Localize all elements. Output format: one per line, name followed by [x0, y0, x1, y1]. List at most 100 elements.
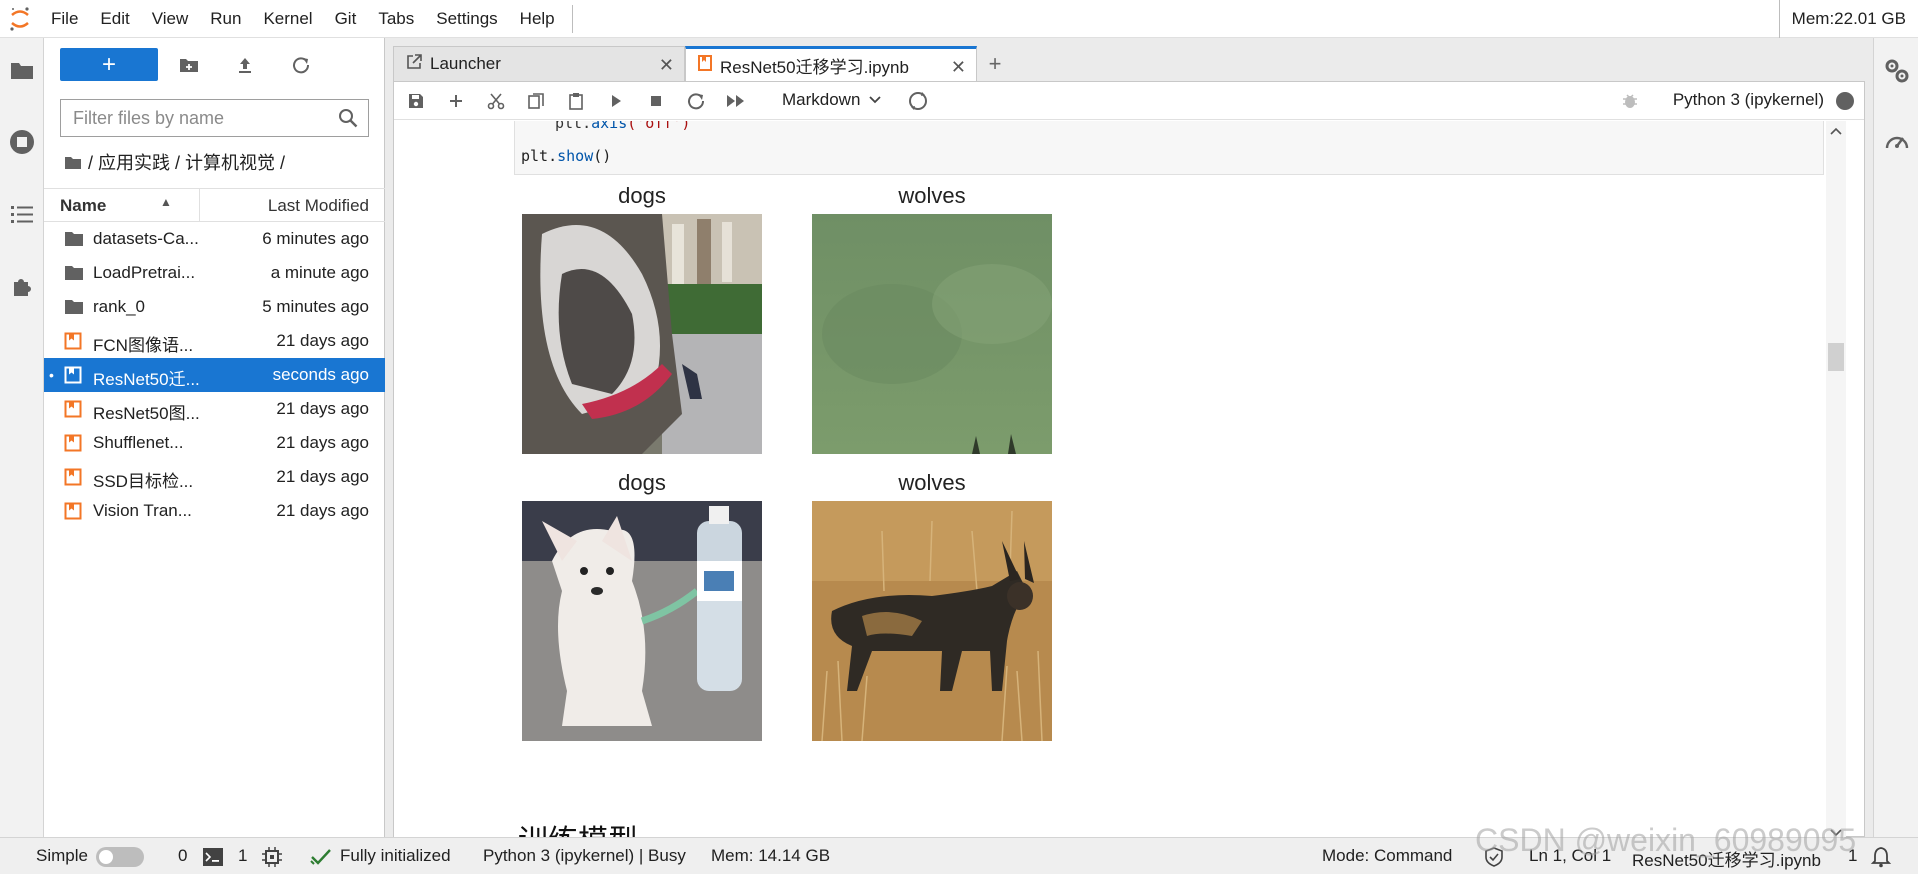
close-icon[interactable]: ✕ [951, 57, 966, 78]
file-row[interactable]: Vision Tran... 21 days ago [44, 494, 385, 528]
notebook-icon [64, 468, 84, 486]
code-token: plt. [555, 121, 592, 132]
folder-icon[interactable] [64, 155, 82, 170]
breadcrumb[interactable]: / 应用实践 / 计算机视觉 / [64, 148, 285, 176]
menu-help[interactable]: Help [509, 0, 566, 38]
insert-cell-icon[interactable] [444, 90, 468, 112]
cut-icon[interactable] [484, 90, 508, 112]
notebook-toolbar: Markdown Python 3 (ipykernel) [394, 82, 1864, 120]
save-icon[interactable] [404, 90, 428, 112]
tab-launcher[interactable]: Launcher ✕ [393, 46, 685, 82]
folder-icon [64, 230, 84, 248]
close-icon[interactable]: ✕ [659, 55, 674, 76]
menu-settings[interactable]: Settings [425, 0, 508, 38]
tab-bar: Launcher ✕ ResNet50迁移学习.ipynb ✕ + [393, 46, 1013, 82]
notebook-icon [64, 502, 84, 520]
notebook-icon [64, 332, 84, 350]
run-all-icon[interactable] [724, 90, 748, 112]
tab-label: Launcher [430, 54, 501, 73]
notebook-icon [64, 400, 84, 418]
wolf-image-1 [812, 214, 1052, 454]
main-area: Launcher ✕ ResNet50迁移学习.ipynb ✕ + Markdo… [385, 38, 1873, 837]
bug-icon[interactable] [1622, 92, 1638, 115]
filter-files-input[interactable] [73, 107, 333, 129]
vertical-scrollbar[interactable] [1826, 121, 1846, 837]
folder-icon [64, 298, 84, 316]
menu-view[interactable]: View [141, 0, 200, 38]
file-row[interactable]: • ResNet50迁... seconds ago [44, 358, 385, 392]
breadcrumb-path[interactable]: / 应用实践 / 计算机视觉 / [88, 149, 285, 175]
notebook-icon [64, 434, 84, 452]
file-row[interactable]: rank_0 5 minutes ago [44, 290, 385, 324]
running-kernels-icon[interactable] [6, 126, 38, 158]
code-token: plt. [521, 147, 558, 165]
file-modified: 21 days ago [276, 399, 369, 418]
column-header-name[interactable]: Name [60, 196, 106, 216]
dog-image-1 [522, 214, 762, 454]
kernel-name-button[interactable]: Python 3 (ipykernel) [1673, 90, 1824, 110]
table-of-contents-icon[interactable] [6, 198, 38, 230]
kernel-count[interactable]: 1 [238, 846, 247, 866]
copy-icon[interactable] [524, 90, 548, 112]
menu-file[interactable]: File [40, 0, 89, 38]
code-cell[interactable]: plt.axis('off') plt.show() [514, 121, 1824, 175]
scroll-up-icon[interactable] [1829, 123, 1843, 141]
menu-git[interactable]: Git [324, 0, 368, 38]
cell-type-dropdown[interactable]: Markdown [782, 90, 882, 110]
interrupt-kernel-icon[interactable] [644, 90, 668, 112]
kernel-chip-icon[interactable] [262, 847, 282, 872]
code-line: plt.show() [521, 147, 611, 165]
file-modified: 5 minutes ago [262, 297, 369, 316]
memory-usage: Mem: 14.14 GB [711, 846, 831, 865]
property-inspector-gears-icon[interactable] [1884, 58, 1910, 89]
new-folder-icon[interactable] [174, 50, 204, 80]
simple-mode-toggle[interactable] [96, 847, 144, 867]
terminal-icon[interactable] [203, 848, 223, 871]
tab-resnet50-notebook[interactable]: ResNet50迁移学习.ipynb ✕ [685, 46, 977, 82]
file-modified: 21 days ago [276, 467, 369, 486]
file-browser-panel: + / 应用实践 / 计算机视觉 / Name ▲ Last Modified … [44, 38, 385, 837]
menu-edit[interactable]: Edit [89, 0, 140, 38]
image-title: dogs [618, 470, 666, 495]
bell-icon[interactable] [1870, 846, 1892, 873]
file-name: rank_0 [93, 297, 145, 316]
new-launcher-button[interactable]: + [60, 48, 158, 81]
file-row[interactable]: LoadPretrai... a minute ago [44, 256, 385, 290]
kernel-busy-indicator-icon [1836, 92, 1854, 110]
debugger-gauge-icon[interactable] [1884, 130, 1910, 157]
folder-icon[interactable] [6, 54, 38, 86]
file-name: Vision Tran... [93, 501, 192, 520]
kernel-status-text[interactable]: Python 3 (ipykernel) | Busy [483, 846, 686, 866]
file-row[interactable]: ResNet50图... 21 days ago [44, 392, 385, 426]
file-modified: 21 days ago [276, 433, 369, 452]
terminal-count[interactable]: 0 [178, 846, 187, 866]
menu-kernel[interactable]: Kernel [252, 0, 323, 38]
scrollbar-thumb[interactable] [1828, 343, 1844, 371]
notebook-content[interactable]: plt.axis('off') plt.show() dogs wolves d… [394, 121, 1846, 837]
git-diff-icon[interactable] [906, 90, 930, 112]
refresh-icon[interactable] [286, 50, 316, 80]
file-row[interactable]: SSD目标检... 21 days ago [44, 460, 385, 494]
column-header-last-modified[interactable]: Last Modified [268, 196, 369, 216]
file-name: LoadPretrai... [93, 263, 196, 282]
upload-icon[interactable] [230, 50, 260, 80]
dog-image-2 [522, 501, 762, 741]
menu-tabs[interactable]: Tabs [367, 0, 425, 38]
add-tab-button[interactable]: + [977, 46, 1013, 82]
run-cell-icon[interactable] [604, 90, 628, 112]
file-row[interactable]: FCN图像语... 21 days ago [44, 324, 385, 358]
lsp-status[interactable]: Fully initialized [340, 846, 451, 866]
sort-ascending-icon: ▲ [160, 195, 172, 209]
filter-files-field[interactable] [60, 99, 369, 137]
file-name: ResNet50迁... [93, 370, 200, 389]
file-browser-toolbar: + [44, 38, 385, 92]
image-title: dogs [618, 183, 666, 208]
file-row[interactable]: Shufflenet... 21 days ago [44, 426, 385, 460]
file-row[interactable]: datasets-Ca... 6 minutes ago [44, 222, 385, 256]
restart-kernel-icon[interactable] [684, 90, 708, 112]
section-heading: 训练模型 [518, 816, 638, 837]
menu-run[interactable]: Run [199, 0, 252, 38]
paste-icon[interactable] [564, 90, 588, 112]
file-modified: 21 days ago [276, 501, 369, 520]
extensions-puzzle-icon[interactable] [6, 270, 38, 302]
